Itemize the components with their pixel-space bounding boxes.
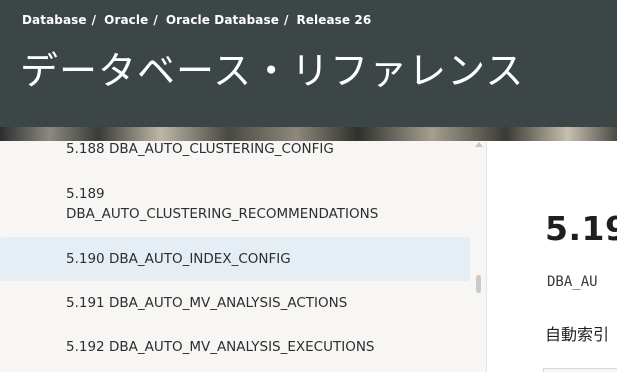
content-box <box>543 368 617 372</box>
toc-item[interactable]: 5.189 DBA_AUTO_CLUSTERING_RECOMMENDATION… <box>0 171 472 237</box>
toc-list: 5.188 DBA_AUTO_CLUSTERING_CONFIG 5.189 D… <box>0 141 472 369</box>
breadcrumb-oracle-database[interactable]: Oracle Database <box>166 13 279 27</box>
scroll-thumb[interactable] <box>476 275 481 293</box>
toc-item-label: 5.189 DBA_AUTO_CLUSTERING_RECOMMENDATION… <box>66 184 378 224</box>
breadcrumb: Database / Oracle / Oracle Database / Re… <box>22 13 371 27</box>
scroll-up-arrow-icon[interactable] <box>475 142 483 147</box>
toc-item[interactable]: 5.192 DBA_AUTO_MV_ANALYSIS_EXECUTIONS <box>0 325 472 369</box>
toc-item-label: 5.191 DBA_AUTO_MV_ANALYSIS_ACTIONS <box>66 295 348 311</box>
breadcrumb-separator: / <box>283 13 289 27</box>
breadcrumb-oracle[interactable]: Oracle <box>104 13 148 27</box>
toc-item-label-number: 5.189 <box>66 186 105 202</box>
breadcrumb-separator: / <box>91 13 97 27</box>
breadcrumb-database[interactable]: Database <box>22 13 87 27</box>
toc-item-label: 5.192 DBA_AUTO_MV_ANALYSIS_EXECUTIONS <box>66 339 375 355</box>
section-description: 自動索引 <box>545 325 610 344</box>
breadcrumb-separator: / <box>153 13 158 27</box>
page-title: データベース・リファレンス <box>20 49 525 93</box>
page-header: Database / Oracle / Oracle Database / Re… <box>0 0 617 127</box>
header-banner-image <box>0 127 617 141</box>
toc-item-label: 5.188 DBA_AUTO_CLUSTERING_CONFIG <box>66 141 334 157</box>
toc-item-active[interactable]: 5.190 DBA_AUTO_INDEX_CONFIG <box>0 237 470 281</box>
view-name-code: DBA_AU <box>547 274 598 290</box>
toc-item[interactable]: 5.191 DBA_AUTO_MV_ANALYSIS_ACTIONS <box>0 281 472 325</box>
toc-item[interactable]: 5.188 DBA_AUTO_CLUSTERING_CONFIG <box>0 141 472 171</box>
breadcrumb-release[interactable]: Release 26 <box>296 13 371 27</box>
toc-item-label: 5.190 DBA_AUTO_INDEX_CONFIG <box>66 251 291 267</box>
section-heading: 5.19 <box>545 209 617 248</box>
main-content: 5.19 DBA_AU 自動索引 <box>487 141 617 372</box>
toc-scrollbar[interactable] <box>472 141 486 372</box>
table-of-contents: 5.188 DBA_AUTO_CLUSTERING_CONFIG 5.189 D… <box>0 141 486 372</box>
toc-item-label-name: DBA_AUTO_CLUSTERING_RECOMMENDATIONS <box>66 206 379 222</box>
